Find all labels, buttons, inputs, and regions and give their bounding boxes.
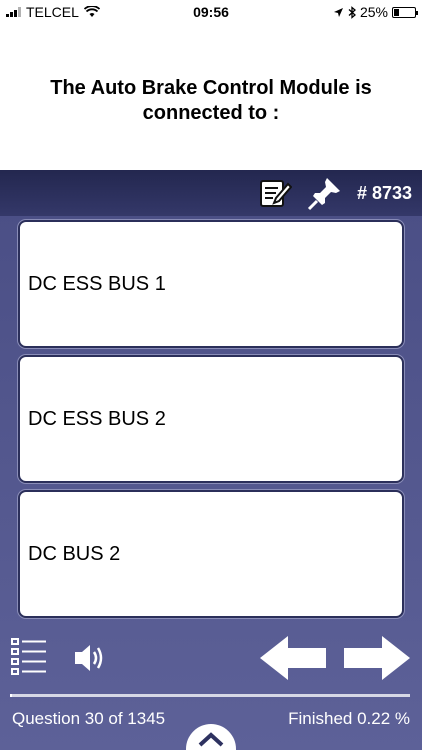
question-counter: Question 30 of 1345 <box>12 709 166 728</box>
question-reference-number: # 8733 <box>356 182 412 203</box>
question-toolbar: # 8733 <box>0 170 422 216</box>
answer-option-label: DC ESS BUS 1 <box>28 272 166 295</box>
battery-fill <box>394 8 399 16</box>
speaker-icon[interactable] <box>72 640 108 681</box>
finished-percentage: Finished 0.22 % <box>288 709 410 728</box>
answer-option-label: DC ESS BUS 2 <box>28 407 166 430</box>
arrow-right-icon[interactable] <box>342 634 412 687</box>
edit-note-icon[interactable] <box>257 175 293 211</box>
question-area: The Auto Brake Control Module is connect… <box>0 24 422 170</box>
battery-icon <box>392 6 418 18</box>
answer-option-label: DC BUS 2 <box>28 542 121 565</box>
status-right: 25% <box>333 4 418 20</box>
progress-fill <box>10 694 12 697</box>
footer: Question 30 of 1345 Finished 0.22 % <box>0 704 422 750</box>
bluetooth-icon <box>348 5 356 19</box>
pushpin-icon[interactable] <box>307 175 343 211</box>
quiz-main-panel: # 8733 DC ESS BUS 1 DC ESS BUS 2 DC BUS … <box>0 170 422 750</box>
chevron-up-icon <box>198 732 224 747</box>
progress-bar <box>10 694 410 697</box>
answer-option-3[interactable]: DC BUS 2 <box>18 490 404 618</box>
bottom-controls <box>0 630 422 694</box>
answer-option-1[interactable]: DC ESS BUS 1 <box>18 220 404 348</box>
question-text: The Auto Brake Control Module is connect… <box>50 77 372 124</box>
location-icon <box>333 7 343 17</box>
question-list-icon[interactable] <box>10 636 48 685</box>
arrow-left-icon[interactable] <box>258 634 328 687</box>
expand-button[interactable] <box>186 724 236 750</box>
battery-percent: 25% <box>359 4 388 20</box>
status-bar: TELCEL 09:56 25% <box>0 0 422 24</box>
answer-option-2[interactable]: DC ESS BUS 2 <box>18 355 404 483</box>
